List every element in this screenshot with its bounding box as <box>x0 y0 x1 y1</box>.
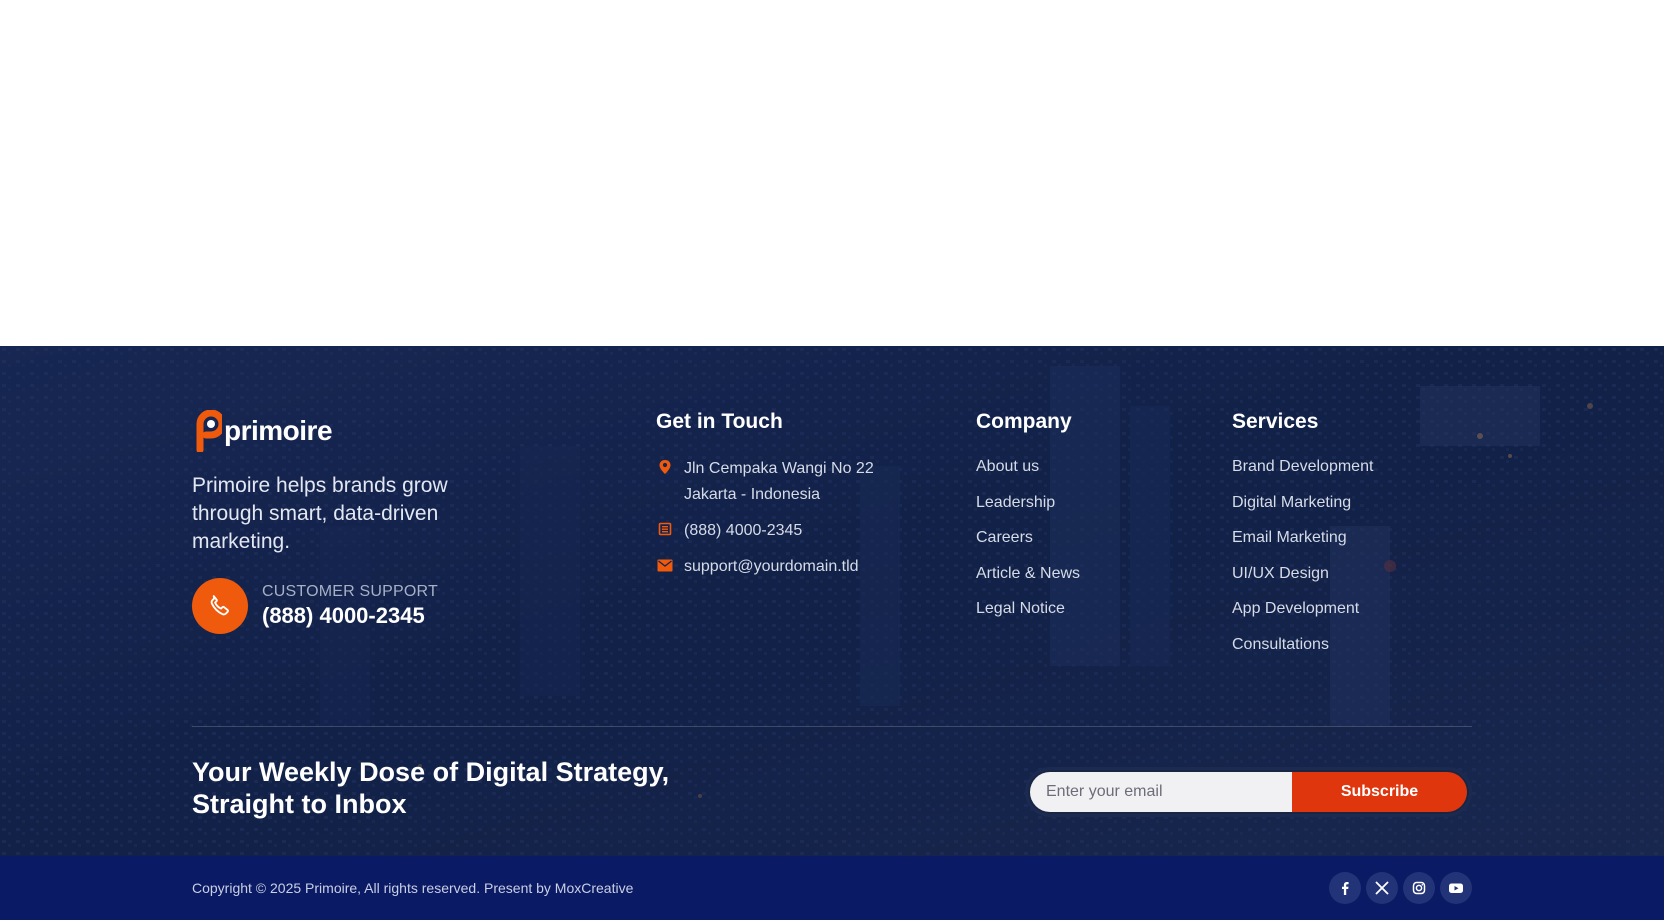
footer-divider <box>192 726 1472 727</box>
customer-support: CUSTOMER SUPPORT (888) 4000-2345 <box>192 578 592 634</box>
logo-text: primoire <box>224 415 333 446</box>
newsletter-email-input[interactable] <box>1030 772 1292 812</box>
service-link-consultations[interactable]: Consultations <box>1232 634 1472 670</box>
services-links: Brand Development Digital Marketing Emai… <box>1232 456 1472 670</box>
social-links <box>1329 872 1472 904</box>
site-footer: primoire Primoire helps brands grow thro… <box>0 346 1664 856</box>
contact-address: Jln Cempaka Wangi No 22 Jakarta - Indone… <box>656 456 956 508</box>
service-link-digital-marketing[interactable]: Digital Marketing <box>1232 492 1472 528</box>
footer-bottom-bar: Copyright © 2025 Primoire, All rights re… <box>0 856 1664 920</box>
instagram-icon[interactable] <box>1403 872 1435 904</box>
footer-logo[interactable]: primoire <box>192 410 592 452</box>
company-link-about-us[interactable]: About us <box>976 456 1196 492</box>
service-link-email-marketing[interactable]: Email Marketing <box>1232 527 1472 563</box>
map-pin-icon <box>656 458 674 476</box>
contact-address-text: Jln Cempaka Wangi No 22 Jakarta - Indone… <box>684 460 874 503</box>
newsletter-form: Subscribe <box>1025 767 1472 817</box>
service-link-brand-development[interactable]: Brand Development <box>1232 456 1472 492</box>
copyright-text: Copyright © 2025 Primoire, All rights re… <box>192 880 634 896</box>
page-content-area <box>0 0 1664 346</box>
contact-phone[interactable]: (888) 4000-2345 <box>656 518 956 544</box>
brand-tagline: Primoire helps brands grow through smart… <box>192 474 448 553</box>
phone-book-icon <box>656 520 674 538</box>
company-link-leadership[interactable]: Leadership <box>976 492 1196 528</box>
logo-mark-icon <box>196 410 222 452</box>
company-title: Company <box>976 410 1072 433</box>
services-column: Services Brand Development Digital Marke… <box>1232 410 1472 670</box>
services-title: Services <box>1232 410 1319 433</box>
facebook-icon[interactable] <box>1329 872 1361 904</box>
company-column: Company About us Leadership Careers Arti… <box>976 410 1196 634</box>
service-link-ui-ux-design[interactable]: UI/UX Design <box>1232 563 1472 599</box>
contact-phone-text: (888) 4000-2345 <box>684 522 803 539</box>
get-in-touch-title: Get in Touch <box>656 410 783 433</box>
company-link-careers[interactable]: Careers <box>976 527 1196 563</box>
company-links: About us Leadership Careers Article & Ne… <box>976 456 1196 634</box>
company-link-article-news[interactable]: Article & News <box>976 563 1196 599</box>
support-phone-number[interactable]: (888) 4000-2345 <box>262 603 438 629</box>
footer-brand: primoire Primoire helps brands grow thro… <box>192 410 592 634</box>
newsletter-title: Your Weekly Dose of Digital Strategy, St… <box>192 757 670 819</box>
envelope-icon <box>656 556 674 574</box>
youtube-icon[interactable] <box>1440 872 1472 904</box>
contact-email-text: support@yourdomain.tld <box>684 558 859 575</box>
subscribe-button[interactable]: Subscribe <box>1292 772 1467 812</box>
phone-icon <box>192 578 248 634</box>
contact-email[interactable]: support@yourdomain.tld <box>656 554 956 580</box>
support-label: CUSTOMER SUPPORT <box>262 583 438 600</box>
service-link-app-development[interactable]: App Development <box>1232 598 1472 634</box>
x-icon[interactable] <box>1366 872 1398 904</box>
company-link-legal-notice[interactable]: Legal Notice <box>976 598 1196 634</box>
get-in-touch-column: Get in Touch Jln Cempaka Wangi No 22 Jak… <box>656 410 956 590</box>
